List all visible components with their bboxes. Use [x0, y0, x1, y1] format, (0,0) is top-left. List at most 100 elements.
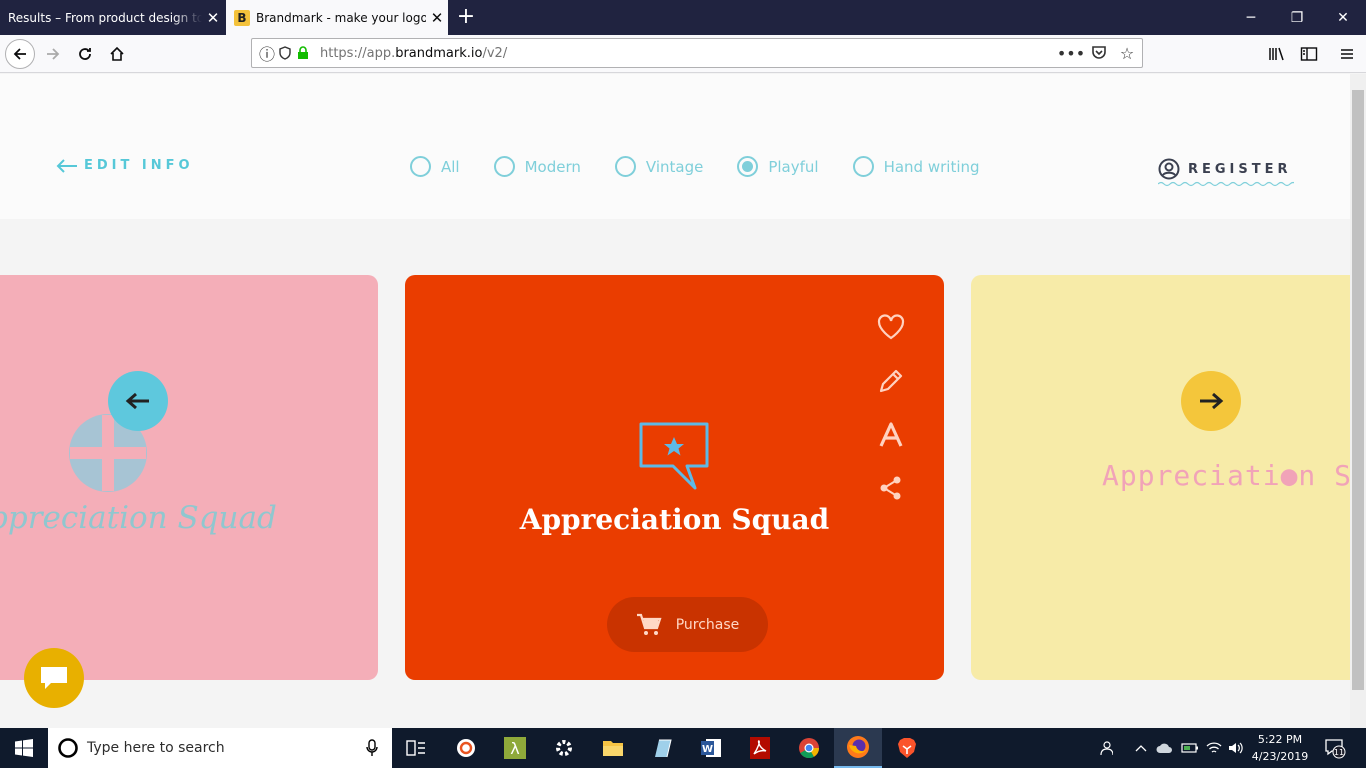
filter-modern[interactable]: Modern — [493, 156, 581, 177]
library-button[interactable] — [1262, 39, 1292, 69]
menu-button[interactable] — [1332, 39, 1362, 69]
shopping-cart-icon — [636, 613, 662, 635]
windows-logo-icon — [15, 739, 33, 757]
people-icon[interactable] — [1094, 728, 1116, 768]
filter-all[interactable]: All — [410, 156, 460, 177]
filter-label: Vintage — [645, 157, 704, 176]
logo-card-current[interactable]: Appreciation Squad Purchase — [405, 275, 944, 680]
taskbar-search[interactable]: Type here to search — [48, 728, 392, 768]
tab-brandmark[interactable]: B Brandmark - make your logo in ✕ — [226, 0, 448, 35]
tab-title: Brandmark - make your logo in — [256, 10, 426, 25]
tab-strip: Results – From product design to d ✕ B B… — [0, 0, 1366, 35]
chrome-app-icon[interactable] — [785, 728, 833, 768]
logo-card-next[interactable]: Appreciati●n Squ — [971, 275, 1350, 680]
radio-modern[interactable] — [493, 156, 515, 177]
brandmark-page: EDIT INFO All Modern Vintage Playful Han… — [0, 74, 1350, 728]
font-button[interactable] — [875, 419, 907, 451]
lock-icon[interactable] — [294, 44, 312, 62]
purchase-button[interactable]: Purchase — [607, 597, 768, 652]
home-icon — [110, 46, 124, 61]
home-button[interactable] — [102, 39, 132, 69]
task-view-icon[interactable] — [392, 728, 440, 768]
url-bar[interactable]: ⓘ https://app.brandmark.io/v2/ ••• ☆ — [251, 38, 1143, 68]
radio-hand-writing[interactable] — [852, 156, 874, 177]
page-actions-icon[interactable]: ••• — [1057, 44, 1085, 63]
left-arrow-icon — [56, 158, 77, 173]
edit-logo-button[interactable] — [875, 365, 907, 397]
lambda-app-icon[interactable]: λ — [491, 728, 539, 768]
tracking-shield-icon[interactable] — [276, 44, 294, 62]
app-header: EDIT INFO All Modern Vintage Playful Han… — [0, 74, 1350, 219]
library-icon — [1269, 47, 1284, 61]
firefox-app-icon[interactable] — [834, 728, 882, 768]
filter-vintage[interactable]: Vintage — [614, 156, 704, 177]
close-window-button[interactable]: ✕ — [1320, 0, 1366, 35]
acrobat-app-icon[interactable] — [736, 728, 784, 768]
close-tab-icon[interactable]: ✕ — [426, 9, 448, 27]
info-icon[interactable]: ⓘ — [258, 44, 276, 64]
start-button[interactable] — [0, 728, 48, 768]
radio-vintage[interactable] — [614, 156, 636, 177]
chevron-up-icon[interactable] — [1130, 728, 1152, 768]
register-button[interactable]: REGISTER — [1158, 158, 1292, 180]
battery-icon[interactable] — [1179, 728, 1201, 768]
action-center-icon[interactable]: 11 — [1322, 728, 1348, 768]
radio-playful[interactable] — [737, 156, 759, 177]
speech-bubble-star-logo-icon — [639, 422, 709, 490]
tab-title: Results – From product design to d — [8, 10, 202, 25]
purchase-label: Purchase — [675, 616, 740, 633]
logo-card-previous[interactable]: ppreciation Squad — [0, 275, 378, 680]
back-arrow-icon — [13, 48, 26, 60]
svg-text:W: W — [702, 744, 713, 755]
logo-name: Appreciation Squad — [519, 503, 830, 536]
wifi-icon[interactable] — [1203, 728, 1225, 768]
search-placeholder: Type here to search — [87, 740, 225, 756]
brandmark-favicon-icon: B — [234, 9, 250, 26]
next-logo-button[interactable] — [1181, 371, 1241, 431]
file-explorer-icon[interactable] — [589, 728, 637, 768]
font-icon — [879, 422, 903, 447]
restore-button[interactable]: ❐ — [1274, 0, 1320, 35]
new-tab-button[interactable]: + — [454, 4, 478, 29]
sidebar-icon — [1300, 47, 1318, 61]
minimize-button[interactable]: ─ — [1228, 0, 1274, 35]
style-filter: All Modern Vintage Playful Hand writing — [410, 156, 1014, 177]
word-app-icon[interactable]: W — [687, 728, 735, 768]
arrow-right-icon — [1200, 392, 1224, 410]
notepad-app-icon[interactable] — [638, 728, 686, 768]
filter-playful[interactable]: Playful — [737, 156, 819, 177]
radio-all[interactable] — [410, 156, 431, 177]
share-button[interactable] — [875, 472, 907, 504]
forward-button[interactable] — [38, 39, 68, 69]
settings-gear-icon[interactable] — [540, 728, 588, 768]
page-scrollbar[interactable] — [1350, 74, 1366, 728]
sidebar-button[interactable] — [1294, 39, 1324, 69]
bookmark-star-icon[interactable]: ☆ — [1118, 44, 1136, 63]
clock-date: 4/23/2019 — [1251, 750, 1309, 763]
nav-bar: ⓘ https://app.brandmark.io/v2/ ••• ☆ — [0, 35, 1366, 73]
edit-info-button[interactable]: EDIT INFO — [56, 158, 194, 173]
user-circle-icon — [1158, 158, 1180, 180]
scrollbar-thumb[interactable] — [1352, 90, 1364, 690]
pocket-icon[interactable] — [1090, 44, 1108, 62]
volume-icon[interactable] — [1225, 728, 1247, 768]
brave-app-icon[interactable] — [883, 728, 931, 768]
chat-button[interactable] — [24, 648, 84, 708]
system-clock[interactable]: 5:22 PM 4/23/2019 — [1248, 731, 1312, 765]
favorite-button[interactable] — [875, 311, 907, 343]
back-button[interactable] — [5, 39, 35, 69]
taskbar: Type here to search λ W 5:22 PM 4/23/201… — [0, 728, 1366, 768]
microphone-icon — [366, 739, 378, 756]
tab-results[interactable]: Results – From product design to d ✕ — [0, 0, 224, 35]
pencil-icon — [879, 369, 903, 393]
reload-button[interactable] — [70, 39, 100, 69]
onedrive-icon[interactable] — [1154, 728, 1176, 768]
filter-hand-writing[interactable]: Hand writing — [852, 156, 980, 177]
ubuntu-app-icon[interactable] — [442, 728, 490, 768]
url-text[interactable]: https://app.brandmark.io/v2/ — [320, 46, 507, 61]
previous-logo-button[interactable] — [108, 371, 168, 431]
filter-label: Hand writing — [883, 157, 980, 176]
edit-info-label: EDIT INFO — [84, 158, 194, 173]
url-domain: brandmark.io — [395, 45, 483, 61]
close-tab-icon[interactable]: ✕ — [202, 9, 224, 27]
